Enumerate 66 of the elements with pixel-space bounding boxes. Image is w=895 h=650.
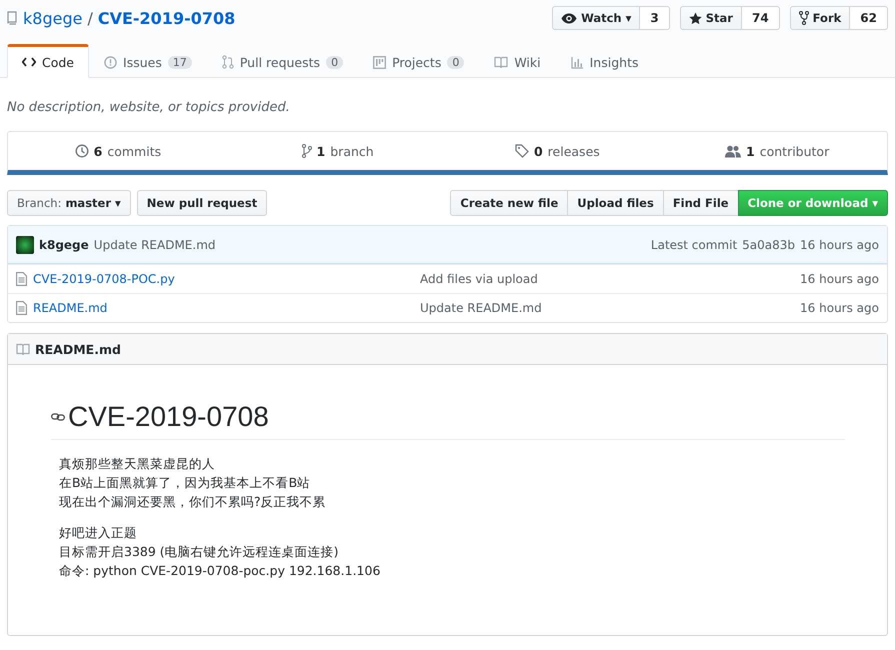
- owner-link[interactable]: k8gege: [23, 8, 82, 28]
- tab[interactable]: Wiki: [479, 44, 556, 78]
- summary-link[interactable]: 1 contributor: [667, 132, 887, 170]
- branch-icon: [302, 144, 312, 158]
- counter[interactable]: 74: [742, 6, 780, 30]
- count-badge: 0: [447, 56, 464, 68]
- summary-link[interactable]: 1 branch: [228, 132, 448, 170]
- book-icon: [494, 56, 508, 68]
- file-link[interactable]: README.md: [33, 301, 108, 315]
- exclamation-circle-icon: [104, 56, 118, 68]
- repo-icon: [7, 11, 17, 25]
- link-icon: [51, 412, 65, 422]
- watch-button[interactable]: Watch ▾: [552, 6, 640, 30]
- tab[interactable]: Insights: [556, 44, 654, 78]
- new-pull-request-button[interactable]: New pull request: [136, 190, 268, 216]
- readme-line: 在B站上面黑就算了，因为我基本上不看B站: [59, 474, 312, 492]
- file-action-button[interactable]: Find File: [662, 190, 739, 216]
- readme-line: 命令: python CVE-2019-0708-poc.py 192.168.1.106: [59, 562, 382, 580]
- fork-button[interactable]: Fork: [790, 6, 850, 30]
- author-link[interactable]: k8gege: [39, 238, 89, 252]
- commit-message[interactable]: Add files via upload: [420, 272, 800, 286]
- project-board-icon: [373, 56, 386, 68]
- summary-link[interactable]: 0 releases: [448, 132, 668, 170]
- star-icon: [688, 12, 702, 24]
- tab[interactable]: Code: [7, 44, 90, 78]
- commit-message[interactable]: Update README.md: [420, 301, 800, 315]
- star-button[interactable]: Star: [680, 6, 742, 30]
- summary-link[interactable]: 6 commits: [8, 132, 228, 170]
- commit-time: 16 hours ago: [800, 238, 879, 252]
- tab[interactable]: Pull requests 0: [206, 44, 358, 78]
- people-icon: [725, 144, 742, 158]
- file-action-button[interactable]: Create new file: [450, 190, 568, 216]
- commit-message[interactable]: Update README.md: [94, 238, 216, 252]
- file-link[interactable]: CVE-2019-0708-POC.py: [33, 272, 175, 286]
- readme-line: 目标需开启3389 (电脑右键允许远程连桌面连接): [59, 543, 340, 561]
- bar-graph-icon: [570, 56, 584, 68]
- file-icon: [16, 272, 27, 286]
- commit-sha[interactable]: 5a0a83b: [742, 238, 796, 252]
- tab[interactable]: Issues 17: [89, 44, 207, 78]
- readme-title: README.md: [35, 342, 121, 356]
- avatar[interactable]: [16, 236, 34, 254]
- eye-icon: [561, 12, 578, 24]
- count-badge: 17: [168, 56, 192, 68]
- count-badge: 0: [326, 56, 344, 68]
- file-action-button[interactable]: Upload files: [567, 190, 664, 216]
- history-icon: [74, 144, 89, 158]
- readme-line: 真烦那些整天黑菜虚昆的人: [59, 455, 216, 473]
- fork-icon: [798, 11, 809, 25]
- code-icon: [22, 56, 36, 68]
- commit-time: 16 hours ago: [800, 301, 879, 315]
- repo-name-link[interactable]: CVE-2019-0708: [98, 8, 236, 28]
- readme-heading: CVE-2019-0708: [68, 401, 269, 433]
- pull-request-icon: [222, 55, 234, 69]
- readme-line: 好吧进入正题: [59, 524, 138, 542]
- latest-commit-label: Latest commit: [650, 238, 738, 252]
- tag-icon: [514, 144, 529, 158]
- book-icon: [16, 343, 30, 355]
- tab[interactable]: Projects 0: [358, 44, 480, 78]
- file-icon: [16, 301, 27, 315]
- counter[interactable]: 62: [850, 6, 888, 30]
- repo-description: No description, website, or topics provided.: [7, 99, 291, 117]
- path-separator: /: [87, 8, 93, 28]
- readme-line: 现在出个漏洞还要黑，你们不累吗?反正我不累: [59, 493, 327, 511]
- counter[interactable]: 3: [640, 6, 670, 30]
- commit-time: 16 hours ago: [800, 272, 879, 286]
- branch-select[interactable]: Branch: master ▾: [7, 190, 131, 216]
